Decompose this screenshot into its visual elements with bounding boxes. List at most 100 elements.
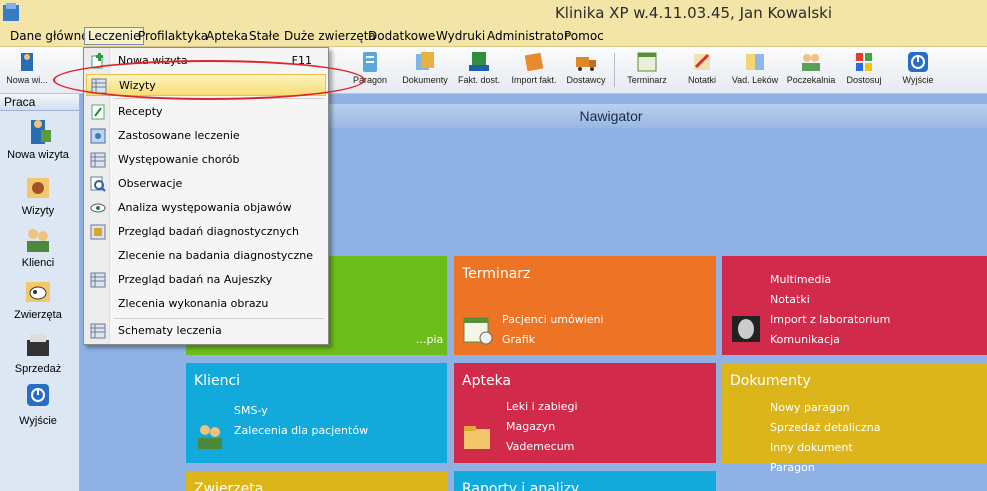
toolbar-label: Poczekalnia — [786, 75, 836, 85]
tile-title: Terminarz — [462, 266, 531, 282]
menu-separator — [114, 318, 324, 319]
menu-item-applied-treatment[interactable]: Zastosowane leczenie — [86, 125, 326, 147]
toolbar-label: Wyjście — [902, 75, 934, 85]
windows-icon — [856, 53, 872, 71]
menu-administrator[interactable]: Administrator — [484, 28, 572, 46]
tile-link[interactable]: Komunikacja — [770, 330, 890, 350]
tile-animals[interactable]: Zwierzęta — [186, 471, 447, 491]
menu-dane-glowne[interactable]: Dane główne — [7, 28, 92, 46]
toolbar-import-invoice-button[interactable]: Import fakt. — [508, 51, 560, 93]
toolbar-suppliers-button[interactable]: Dostawcy — [564, 51, 608, 93]
tile-link[interactable]: Zalecenia dla pacjentów — [234, 421, 368, 441]
import-icon — [524, 52, 544, 72]
left-clients-button[interactable]: Klienci — [0, 224, 76, 269]
tile-link[interactable]: SMS-y — [234, 401, 368, 421]
treatment-icon — [90, 128, 106, 144]
cow-icon — [26, 282, 50, 302]
grid-list-icon — [90, 323, 106, 339]
tile-pharmacy[interactable]: Apteka Leki i zabiegi Magazyn Vademecum — [454, 363, 716, 463]
menu-item-imaging-orders[interactable]: Zlecenia wykonania obrazu — [86, 293, 326, 315]
menu-item-aujeszky-review[interactable]: Przegląd badań na Aujeszky — [86, 269, 326, 291]
people-icon — [27, 229, 49, 252]
menu-item-label: Zlecenia wykonania obrazu — [118, 297, 269, 310]
tile-item[interactable]: ...pia — [416, 330, 443, 350]
dog-icon — [27, 178, 49, 198]
toolbar-notes-button[interactable]: Notatki — [682, 51, 722, 93]
grid-list-icon — [90, 152, 106, 168]
menu-item-label: Zlecenie na badania diagnostyczne — [118, 249, 313, 262]
left-new-visit-button[interactable]: Nowa wizyta — [0, 116, 76, 161]
title-bar: Klinika XP w.4.11.03.45, Jan Kowalski — [0, 0, 987, 25]
menu-profilaktyka[interactable]: Profilaktyka — [135, 28, 211, 46]
menu-item-treatment-schemes[interactable]: Schematy leczenia — [86, 320, 326, 342]
tile-link[interactable]: Inny dokument — [770, 438, 880, 458]
tile-link[interactable]: Paragon — [770, 458, 880, 478]
menu-apteka[interactable]: Apteka — [203, 28, 251, 46]
left-exit-button[interactable]: Wyjście — [0, 382, 76, 427]
left-label: Wyjście — [19, 415, 57, 427]
toolbar-customize-button[interactable]: Dostosuj — [842, 51, 886, 93]
tile-link[interactable]: Pacjenci umówieni — [502, 310, 604, 330]
left-label: Zwierzęta — [14, 309, 62, 321]
tile-title: Raporty i analizy — [462, 481, 580, 491]
calendar-icon — [463, 317, 493, 345]
power-icon — [908, 52, 928, 72]
left-label: Wizyty — [21, 205, 55, 217]
left-sales-button[interactable]: Sprzedaż — [0, 330, 76, 375]
calendar-icon — [637, 52, 657, 72]
tile-title: Zwierzęta — [194, 481, 264, 491]
prescription-icon — [91, 104, 105, 120]
toolbar-documents-button[interactable]: Dokumenty — [400, 51, 450, 93]
work-panel-header: Praca — [0, 94, 79, 111]
grid-list-icon — [90, 272, 106, 288]
toolbar-waiting-room-button[interactable]: Poczekalnia — [786, 51, 836, 93]
documents-icon — [416, 52, 434, 70]
menu-item-symptom-analysis[interactable]: Analiza występowania objawów — [86, 197, 326, 219]
toolbar-supplier-invoice-button[interactable]: Fakt. dost. — [456, 51, 502, 93]
left-label: Sprzedaż — [14, 363, 62, 375]
book-icon — [746, 54, 764, 70]
tile-schedule[interactable]: Terminarz Pacjenci umówieni Grafik — [454, 256, 716, 355]
tile-link[interactable]: Multimedia — [770, 270, 890, 290]
receipt-icon — [363, 52, 377, 72]
toolbar-drug-vademecum-button[interactable]: Vad. Leków — [730, 51, 780, 93]
menu-pomoc[interactable]: Pomoc — [561, 28, 607, 46]
menu-dodatkowe[interactable]: Dodatkowe — [365, 28, 438, 46]
toolbar-schedule-button[interactable]: Terminarz — [622, 51, 672, 93]
people-icon — [198, 425, 222, 449]
menu-wydruki[interactable]: Wydruki — [433, 28, 488, 46]
tile-link[interactable]: Sprzedaż detaliczna — [770, 418, 880, 438]
menu-item-diagnostic-review[interactable]: Przegląd badań diagnostycznych — [86, 221, 326, 243]
menu-item-disease-occurrence[interactable]: Występowanie chorób — [86, 149, 326, 171]
toolbar-exit-button[interactable]: Wyjście — [898, 51, 938, 93]
tile-multimedia[interactable]: Multimedia Notatki Import z laboratorium… — [722, 256, 987, 355]
doctor-icon — [21, 53, 33, 71]
toolbar-label: Import fakt. — [511, 75, 557, 85]
menu-stale[interactable]: Stałe — [246, 28, 282, 46]
menu-item-label: Analiza występowania objawów — [118, 201, 292, 214]
tile-link[interactable]: Vademecum — [506, 437, 578, 457]
tile-link[interactable]: Grafik — [502, 330, 604, 350]
toolbar-label: Fakt. dost. — [457, 75, 501, 85]
menu-item-diagnostic-order[interactable]: Zlecenie na badania diagnostyczne — [86, 245, 326, 267]
tile-documents[interactable]: Dokumenty Nowy paragon Sprzedaż detalicz… — [722, 363, 987, 474]
doctor-icon — [31, 120, 51, 144]
left-animals-button[interactable]: Zwierzęta — [0, 276, 76, 321]
diagnostics-icon — [90, 224, 106, 240]
tile-link[interactable]: Magazyn — [506, 417, 578, 437]
tile-link[interactable]: Nowy paragon — [770, 398, 880, 418]
toolbar-label: Notatki — [687, 75, 716, 85]
left-visits-button[interactable]: Wizyty — [0, 172, 76, 217]
truck-icon — [576, 57, 596, 71]
tile-link[interactable]: Notatki — [770, 290, 890, 310]
toolbar-new-visit-button[interactable]: Nowa wi... — [2, 51, 52, 93]
tile-clients[interactable]: Klienci SMS-y Zalecenia dla pacjentów — [186, 363, 447, 463]
menu-item-observations[interactable]: Obserwacje — [86, 173, 326, 195]
tile-link[interactable]: Leki i zabiegi — [506, 397, 578, 417]
highlight-annotation — [53, 60, 365, 100]
menu-item-prescriptions[interactable]: Recepty — [86, 101, 326, 123]
notes-icon — [694, 53, 710, 70]
tile-reports[interactable]: Raporty i analizy — [454, 471, 716, 491]
toolbar-label: Dostawcy — [566, 75, 606, 85]
tile-link[interactable]: Import z laboratorium — [770, 310, 890, 330]
